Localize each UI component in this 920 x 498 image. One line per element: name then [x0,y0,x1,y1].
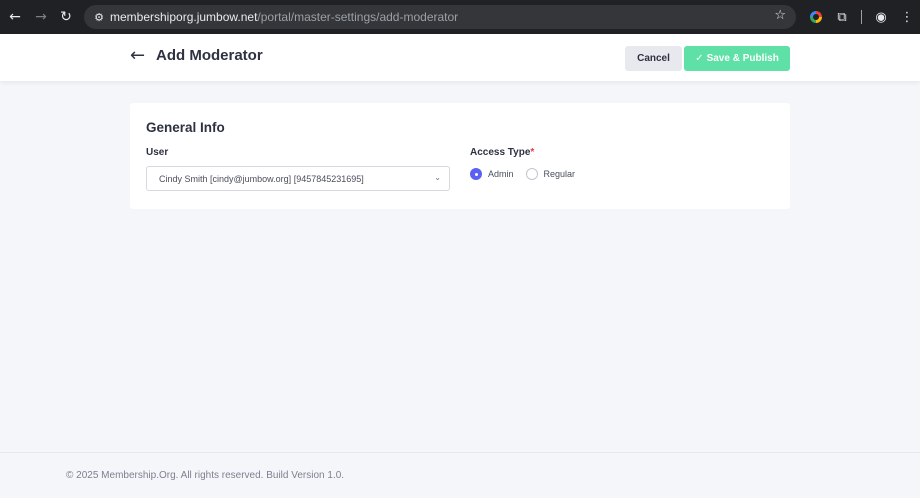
url-domain: membershiporg.jumbow.net [110,10,258,24]
toolbar-divider [861,10,862,24]
save-publish-label: Save & Publish [706,53,779,64]
footer-text: © 2025 Membership.Org. All rights reserv… [66,470,345,481]
url-text: membershiporg.jumbow.net/portal/master-s… [110,10,458,24]
save-publish-button[interactable]: ✓ Save & Publish [684,46,790,71]
toolbar-actions: ⧉ ◉ ⋮ [803,0,920,34]
color-extension-icon[interactable] [803,4,829,30]
access-type-radio-group: Admin Regular [470,168,587,180]
radio-admin-label[interactable]: Admin [488,169,514,179]
back-arrow-icon[interactable]: ← [130,46,150,66]
profile-icon[interactable]: ◉ [868,4,894,30]
page-header: ← Add Moderator Cancel ✓ Save & Publish [0,34,920,81]
url-path: /portal/master-settings/add-moderator [257,10,459,24]
page-title: Add Moderator [156,47,263,64]
radio-regular-label[interactable]: Regular [544,169,576,179]
check-icon: ✓ [695,53,704,64]
reload-icon[interactable]: ↻ [53,4,79,30]
extensions-puzzle-icon[interactable]: ⧉ [829,4,855,30]
site-settings-icon[interactable]: ⚙ [88,11,110,24]
radio-regular[interactable] [525,168,538,180]
kebab-menu-icon[interactable]: ⋮ [894,4,920,30]
page-footer: © 2025 Membership.Org. All rights reserv… [0,452,920,498]
bookmark-star-icon[interactable]: ☆ [774,8,786,23]
radio-admin[interactable] [470,168,482,180]
chevron-down-icon: ⌄ [434,173,441,182]
user-label: User [146,147,169,158]
general-info-card: General Info User Cindy Smith [cindy@jum… [130,103,790,209]
user-select-value: Cindy Smith [cindy@jumbow.org] [94578452… [159,174,364,184]
required-mark: * [530,147,535,158]
cancel-button[interactable]: Cancel [625,46,682,71]
access-type-text: Access Type [470,147,531,158]
back-arrow-icon[interactable]: ← [2,4,28,30]
section-title: General Info [146,120,225,135]
browser-toolbar: ← → ↻ ⚙ membershiporg.jumbow.net/portal/… [0,0,920,34]
forward-arrow-icon[interactable]: → [28,4,54,30]
user-select[interactable]: Cindy Smith [cindy@jumbow.org] [94578452… [146,166,450,191]
access-type-label: Access Type* [470,147,534,158]
address-bar[interactable]: ⚙ membershiporg.jumbow.net/portal/master… [84,5,796,29]
